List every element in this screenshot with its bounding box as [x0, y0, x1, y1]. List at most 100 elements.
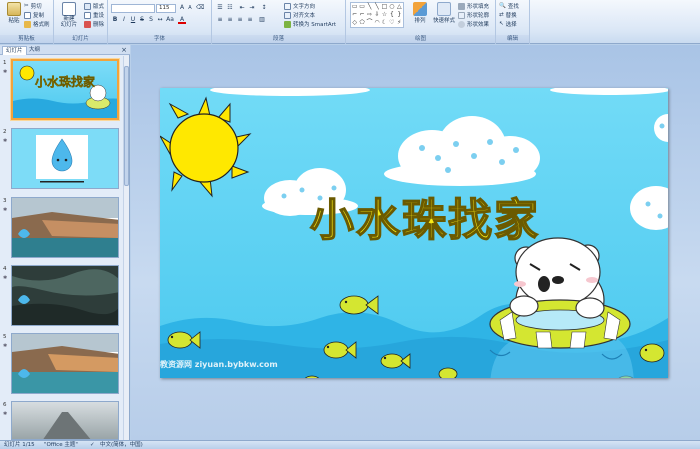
cut-button[interactable]: ✂ 剪切 [24, 2, 42, 10]
animation-star-icon: ✱ [3, 275, 8, 281]
font-name-field[interactable] [111, 4, 155, 13]
thumbnail-image [11, 128, 119, 189]
close-icon[interactable]: × [121, 45, 127, 55]
align-center-icon[interactable]: ≡ [226, 16, 234, 24]
thumb-scene [12, 198, 118, 257]
italic-icon[interactable]: I [120, 16, 128, 24]
bold-icon[interactable]: B [111, 16, 119, 24]
shape-fill-button[interactable]: 形状填充 [458, 2, 489, 10]
smartart-button[interactable]: 转换为 SmartArt [284, 20, 336, 28]
shape-effects-button[interactable]: 形状效果 [458, 20, 489, 28]
smartart-icon [284, 20, 291, 28]
find-button[interactable]: 🔍 查找 [499, 2, 519, 10]
misc-shape-icon[interactable]: ♡ [388, 19, 395, 27]
rect-shape-icon[interactable]: □ [381, 3, 388, 11]
thumbnail-image [11, 333, 119, 394]
thumb-mini-title: 小水珠找家 [35, 75, 96, 89]
font-color-icon[interactable]: A [178, 16, 186, 24]
arrow-shape-icon[interactable]: ⇩ [373, 11, 380, 19]
star-shape-icon[interactable]: ☆ [381, 11, 388, 19]
misc-shape-icon[interactable]: ⚡ [396, 19, 403, 27]
rect-shape-icon[interactable]: ▭ [351, 3, 358, 11]
line-shape-icon[interactable]: ⌐ [358, 11, 365, 19]
tab-slides[interactable]: 幻灯片 [2, 46, 27, 55]
misc-shape-icon[interactable]: ⌒ [366, 19, 373, 27]
line-shape-icon[interactable]: ╲ [366, 3, 373, 11]
line-spacing-icon[interactable]: ↕ [260, 4, 268, 12]
theme-name[interactable]: "Office 主题" [44, 441, 78, 449]
language-indicator[interactable]: 中文(简体，中国) [100, 441, 143, 449]
thumbnail-image: 小水珠找家 [11, 59, 119, 120]
new-slide-button[interactable]: 新建 幻灯片 [56, 2, 82, 28]
indent-increase-icon[interactable]: ⇥ [248, 4, 256, 12]
spacing-icon[interactable]: ↔ [156, 16, 164, 24]
shadow-icon[interactable]: S [147, 16, 155, 24]
copy-button[interactable]: 复制 [24, 11, 44, 19]
oval-shape-icon[interactable]: ○ [388, 3, 395, 11]
format-painter-button[interactable]: 格式刷 [24, 20, 50, 28]
slide-title[interactable]: 小水珠找家 [260, 184, 590, 248]
align-right-icon[interactable]: ≡ [236, 16, 244, 24]
brace-shape-icon[interactable]: } [396, 11, 403, 19]
pen-icon [458, 11, 465, 19]
paste-button[interactable]: 粘贴 [2, 2, 26, 24]
arrow-shape-icon[interactable]: ⇨ [366, 11, 373, 19]
binoculars-icon: 🔍 [499, 3, 506, 9]
change-case-icon[interactable]: Aa [166, 16, 174, 24]
columns-icon[interactable]: ▥ [258, 16, 266, 24]
align-text-icon [284, 11, 291, 19]
triangle-shape-icon[interactable]: △ [396, 3, 403, 11]
paint-bucket-icon [458, 2, 465, 10]
thumbnail-image [11, 265, 119, 326]
ribbon: 粘贴 ✂剪切 复制 格式刷 剪贴板 新建 幻灯片 版式 重设 删除 幻灯片 1 [0, 0, 700, 44]
clear-format-icon[interactable]: ⌫ [196, 4, 204, 12]
delete-slide-button[interactable]: 删除 [84, 20, 104, 28]
layout-icon [84, 2, 91, 10]
editing-group: 🔍 查找 ⇄ 替换 ↖ 选择 编辑 [496, 0, 530, 44]
shrink-font-icon[interactable]: A [186, 4, 194, 12]
drawing-label: 绘图 [346, 35, 495, 43]
replace-button[interactable]: ⇄ 替换 [499, 11, 517, 19]
underline-icon[interactable]: U [129, 16, 137, 24]
reset-button[interactable]: 重设 [84, 11, 104, 19]
brace-shape-icon[interactable]: { [388, 11, 395, 19]
bullets-icon[interactable]: ☰ [216, 4, 224, 12]
numbering-icon[interactable]: ☷ [226, 4, 234, 12]
indent-decrease-icon[interactable]: ⇤ [238, 4, 246, 12]
animation-star-icon: ✱ [3, 69, 8, 75]
shapes-gallery[interactable]: ▭ ▭ ╲ ╲ □ ○ △ ⌐ ⌐ ⇨ ⇩ ☆{} ◇ ⬠ ⌒ ◠ ☾ ♡ ⚡ [350, 2, 404, 28]
misc-shape-icon[interactable]: ⬠ [358, 19, 365, 27]
slide-number: 1 [3, 60, 7, 66]
tab-outline[interactable]: 大纲 [26, 46, 43, 55]
misc-shape-icon[interactable]: ◇ [351, 19, 358, 27]
drawing-group: ▭ ▭ ╲ ╲ □ ○ △ ⌐ ⌐ ⇨ ⇩ ☆{} ◇ ⬠ ⌒ ◠ ☾ ♡ ⚡ 排列 快速样式 形状填充 形状轮… [346, 0, 496, 44]
animation-star-icon: ✱ [3, 138, 8, 144]
line-shape-icon[interactable]: ⌐ [351, 11, 358, 19]
line-shape-icon[interactable]: ╲ [373, 3, 380, 11]
grow-font-icon[interactable]: A [178, 4, 186, 12]
misc-shape-icon[interactable]: ◠ [373, 19, 380, 27]
font-size-field[interactable]: 115 [156, 4, 176, 13]
spellcheck-icon[interactable]: ✓ [90, 441, 95, 449]
misc-shape-icon[interactable]: ☾ [381, 19, 388, 27]
strikethrough-icon[interactable]: S [138, 16, 146, 24]
current-slide[interactable]: 小水珠找家 教资源网 ziyuan.bybkw.com [160, 88, 668, 378]
thumbnail-image [11, 197, 119, 258]
slide-counter: 幻灯片 1/15 [4, 442, 35, 448]
align-text-button[interactable]: 对齐文本 [284, 11, 315, 19]
panel-tabs: 幻灯片 大纲 × [0, 45, 130, 55]
select-button[interactable]: ↖ 选择 [499, 20, 517, 28]
shape-outline-button[interactable]: 形状轮廓 [458, 11, 489, 19]
delete-icon [84, 20, 91, 28]
quick-styles-button[interactable]: 快速样式 [430, 2, 458, 24]
align-left-icon[interactable]: ≡ [216, 16, 224, 24]
arrange-button[interactable]: 排列 [408, 2, 432, 24]
justify-icon[interactable]: ≡ [246, 16, 254, 24]
panel-scrollbar[interactable] [123, 56, 129, 440]
cursor-icon: ↖ [499, 21, 504, 27]
font-group: 115 A A ⌫ B I U S S ↔ Aa A 字体 [108, 0, 212, 44]
rect-shape-icon[interactable]: ▭ [358, 3, 365, 11]
scrollbar-thumb[interactable] [124, 66, 129, 186]
layout-button[interactable]: 版式 [84, 2, 104, 10]
text-direction-button[interactable]: 文字方向 [284, 2, 315, 10]
